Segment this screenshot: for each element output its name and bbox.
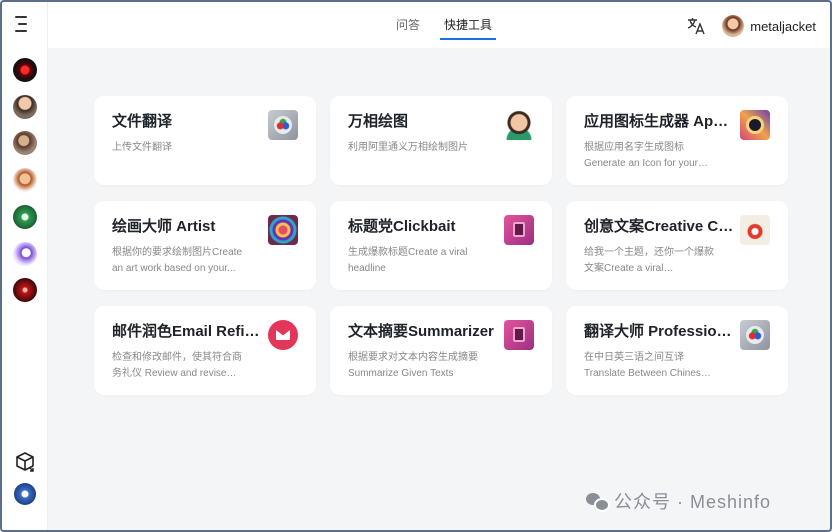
tool-card[interactable]: 文本摘要Summarizer 根据要求对文本内容生成摘要 Summarize G… [330,306,552,395]
tab-quick-tools[interactable]: 快捷工具 [439,2,497,48]
card-description: 利用阿里通义万相绘制图片 [348,142,468,153]
agent-avatar-3[interactable] [13,131,37,155]
translate-doc-icon [740,320,770,350]
card-description: 在中日英三语之间互译 Translate Between Chinese, En… [584,352,710,379]
app-window: 问答 快捷工具 metaljacket 文件翻译 上传文件翻译 万相绘图 利用阿… [0,0,832,532]
card-description: 根据你的要求绘制图片Create an art work based on yo… [112,247,242,274]
tool-card[interactable]: 应用图标生成器 App... 根据应用名字生成图标 Generate an Ic… [566,96,788,185]
tool-card[interactable]: 文件翻译 上传文件翻译 [94,96,316,185]
agent-avatar-5[interactable] [13,205,37,229]
card-description: 生成爆款标题Create a viral headline [348,247,468,274]
tool-card[interactable]: 创意文案Creative Co... 给我一个主题，还你一个爆款文案Create… [566,201,788,290]
agent-avatar-7[interactable] [13,278,37,302]
user-avatar[interactable] [14,483,36,505]
wechat-icon [586,492,610,512]
card-description: 根据应用名字生成图标 Generate an Icon for your App [584,142,698,169]
user-menu[interactable]: metaljacket [722,15,816,37]
creative-icon [740,215,770,245]
tab-bar: 问答 快捷工具 [48,2,830,48]
watermark-text: 公众号 · Meshinfo [614,492,772,512]
tool-card[interactable]: 绘画大师 Artist 根据你的要求绘制图片Create an art work… [94,201,316,290]
card-title: 创意文案Creative Co... [584,218,734,235]
tool-card[interactable]: 邮件润色Email Refin... 检查和修改邮件，使其符合商务礼仪 Revi… [94,306,316,395]
agent-avatar-1[interactable] [13,58,37,82]
book-icon [504,215,534,245]
card-description: 检查和修改邮件，使其符合商务礼仪 Review and revise the..… [112,352,242,379]
card-title: 万相绘图 [348,113,409,130]
tool-card[interactable]: 标题党Clickbait 生成爆款标题Create a viral headli… [330,201,552,290]
tool-card[interactable]: 翻译大师 Profession... 在中日英三语之间互译 Translate … [566,306,788,395]
card-title: 邮件润色Email Refin... [112,323,262,340]
cube-icon[interactable] [14,451,36,473]
agent-avatar-6[interactable] [13,242,37,266]
card-description: 根据要求对文本内容生成摘要 Summarize Given Texts [348,352,478,379]
agent-avatar-2[interactable] [13,95,37,119]
app-icon-generator-icon [740,110,770,140]
avatar [722,15,745,37]
card-description: 上传文件翻译 [112,142,172,153]
card-title: 翻译大师 Profession... [584,323,734,340]
card-description: 给我一个主题，还你一个爆款文案Create a viral copywritin… [584,247,714,274]
menu-toggle-icon[interactable] [15,16,33,32]
book-icon [504,320,534,350]
card-title: 绘画大师 Artist [112,218,216,235]
agent-avatar-4[interactable] [13,168,37,192]
sidebar [2,2,48,530]
username: metaljacket [750,18,816,34]
memoji-icon [504,110,534,140]
artist-icon [268,215,298,245]
email-icon [268,320,298,350]
top-bar: 问答 快捷工具 metaljacket [48,2,830,48]
card-title: 文件翻译 [112,113,173,130]
translate-icon[interactable] [686,16,706,36]
tab-qa[interactable]: 问答 [396,2,420,48]
tool-card[interactable]: 万相绘图 利用阿里通义万相绘制图片 [330,96,552,185]
card-title: 文本摘要Summarizer [348,323,494,340]
card-title: 应用图标生成器 App... [584,113,734,130]
card-title: 标题党Clickbait [348,218,456,235]
translate-doc-icon [268,110,298,140]
tool-card-grid: 文件翻译 上传文件翻译 万相绘图 利用阿里通义万相绘制图片 应用图标生成器 Ap… [94,96,788,395]
watermark: 公众号 · Meshinfo [586,488,771,514]
